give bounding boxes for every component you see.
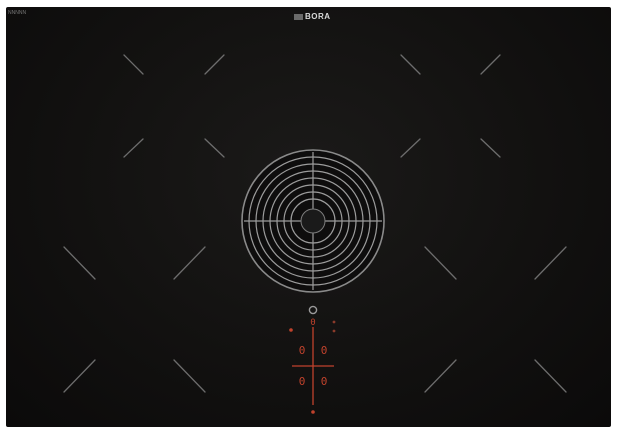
zone-indicator-dot: [289, 328, 293, 332]
timer-indicator-dot: [311, 410, 315, 414]
zone-marker: [480, 54, 501, 75]
zone-indicator-dot: [332, 329, 336, 333]
zone-marker: [400, 138, 421, 158]
zone-marker: [424, 246, 457, 280]
zone-marker: [534, 246, 567, 280]
right-upper-level-display: 0: [321, 344, 328, 357]
zone-indicator-dot: [332, 320, 336, 324]
zone-marker: [424, 359, 457, 393]
zone-marker: [400, 54, 421, 75]
control-panel[interactable]: 0 0 0 0 0: [289, 305, 336, 414]
top-level-display: 0: [310, 318, 315, 328]
zone-marker: [204, 54, 225, 75]
left-lower-level-display: 0: [299, 375, 306, 388]
zone-marker: [173, 359, 206, 393]
zone-marker: [123, 54, 144, 75]
zone-marker: [63, 359, 96, 393]
grille-center-cap: [300, 208, 326, 234]
zone-marker: [480, 138, 501, 158]
left-upper-level-display: 0: [299, 344, 306, 357]
zone-marker: [204, 138, 225, 158]
zone-marker: [534, 359, 567, 393]
cooktop-drawing: 0 0 0 0 0: [63, 54, 567, 414]
power-icon[interactable]: [308, 305, 318, 315]
zone-marker: [63, 246, 96, 280]
zone-marker: [123, 138, 144, 158]
extractor-grille[interactable]: [241, 149, 385, 293]
right-lower-level-display: 0: [321, 375, 328, 388]
zone-marker: [173, 246, 206, 280]
